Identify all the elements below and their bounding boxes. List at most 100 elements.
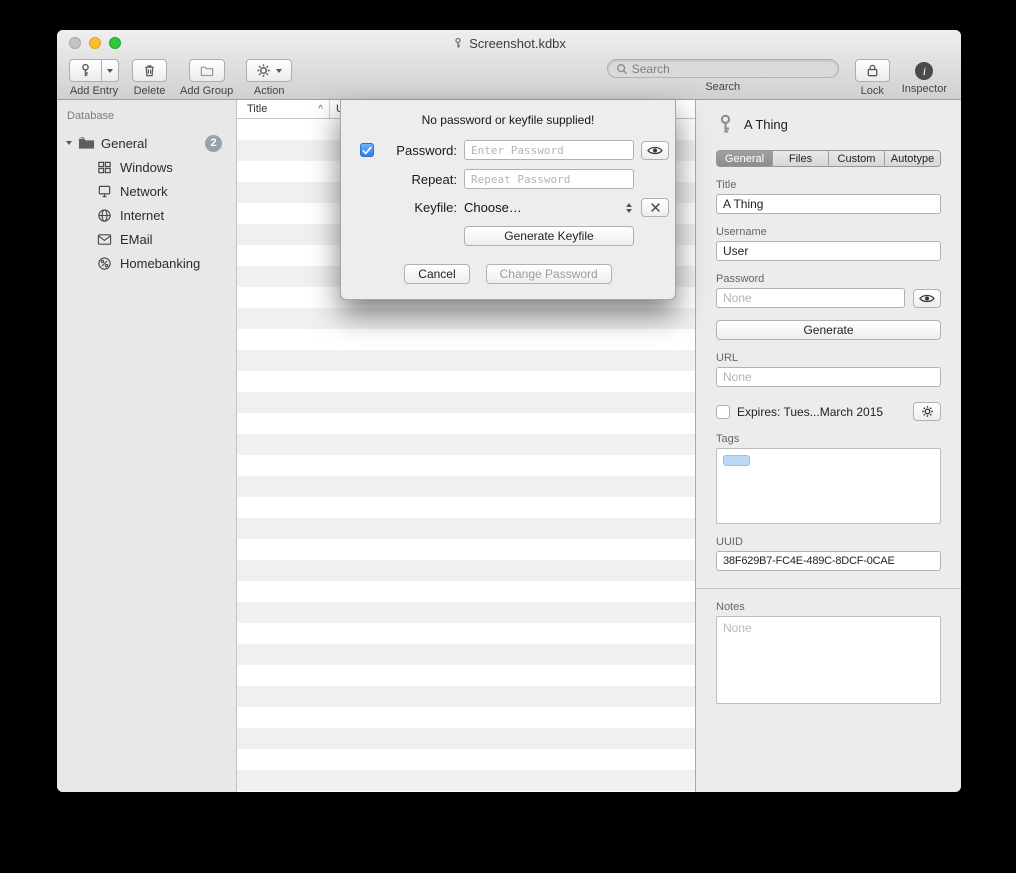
key-icon (78, 63, 93, 78)
toolbar-item-search: Search (607, 59, 839, 93)
sidebar-item-label: Homebanking (120, 256, 200, 271)
chevron-down-icon (276, 69, 282, 73)
inspector-tabs: General Files Custom Autotype (716, 150, 941, 167)
toolbar-right-group: Search Lock (607, 59, 949, 97)
change-password-button[interactable]: Change Password (486, 264, 612, 284)
sidebar-item-internet[interactable]: Internet (57, 203, 236, 227)
coin-icon (97, 256, 112, 271)
tab-files[interactable]: Files (772, 151, 828, 166)
uuid-field[interactable] (716, 551, 941, 571)
trash-icon (142, 63, 157, 78)
expires-checkbox[interactable] (716, 405, 730, 419)
sheet-reveal-password-button[interactable] (641, 141, 669, 160)
generate-password-button[interactable]: Generate (716, 320, 941, 340)
password-field[interactable] (716, 288, 905, 308)
eye-icon (919, 293, 935, 304)
sheet-repeat-input[interactable] (464, 169, 634, 189)
sidebar-item-label: EMail (120, 232, 153, 247)
tags-label: Tags (716, 433, 941, 445)
window-title: Screenshot.kdbx (469, 36, 566, 51)
expires-settings-button[interactable] (913, 402, 941, 421)
tags-box[interactable] (716, 448, 941, 524)
column-title-label: Title (247, 103, 267, 115)
gear-icon (256, 63, 271, 78)
sidebar-item-label: Network (120, 184, 168, 199)
add-group-button[interactable] (189, 59, 225, 82)
inspector-caption: Inspector (902, 83, 947, 95)
sidebar-item-email[interactable]: EMail (57, 227, 236, 251)
check-icon (362, 146, 372, 155)
reveal-password-button[interactable] (913, 289, 941, 308)
password-label: Password (716, 273, 941, 285)
notes-label: Notes (716, 601, 941, 613)
envelope-icon (97, 233, 112, 246)
add-entry-button[interactable] (69, 59, 102, 82)
delete-button[interactable] (132, 59, 167, 82)
key-icon (716, 114, 735, 135)
gear-icon (921, 405, 934, 418)
minimize-button[interactable] (89, 37, 101, 49)
toolbar-item-delete: Delete (132, 59, 167, 97)
clear-keyfile-button[interactable] (641, 198, 669, 217)
zoom-button[interactable] (109, 37, 121, 49)
tab-general[interactable]: General (717, 151, 772, 166)
folder-add-icon (199, 63, 215, 78)
windows-icon (97, 160, 112, 175)
sidebar-group-label: General (101, 136, 205, 151)
tab-label: Custom (838, 153, 876, 165)
generate-keyfile-button[interactable]: Generate Keyfile (464, 226, 634, 246)
tab-label: Files (789, 153, 812, 165)
lock-button[interactable] (855, 59, 890, 82)
sidebar-group-badge: 2 (205, 135, 222, 152)
inspector-divider (696, 588, 961, 589)
folder-icon (78, 136, 95, 150)
toolbar-item-add-entry: Add Entry (69, 59, 119, 97)
tab-custom[interactable]: Custom (828, 151, 884, 166)
sidebar-group-general[interactable]: General 2 (57, 131, 236, 155)
column-header-title[interactable]: Title ^ (237, 100, 330, 118)
keyfile-popup[interactable]: Choose… (464, 200, 634, 215)
sheet-keyfile-label: Keyfile: (381, 200, 457, 215)
change-password-sheet: No password or keyfile supplied! Passwor… (340, 100, 676, 300)
keyfile-popup-value: Choose… (464, 200, 522, 215)
sheet-repeat-label: Repeat: (381, 172, 457, 187)
search-field[interactable] (607, 59, 839, 78)
sidebar-item-homebanking[interactable]: Homebanking (57, 251, 236, 275)
lock-caption: Lock (861, 85, 884, 97)
toolbar-item-add-group: Add Group (180, 59, 233, 97)
title-label: Title (716, 179, 941, 191)
toolbar-item-inspector: i Inspector (902, 59, 947, 95)
search-input[interactable] (632, 62, 830, 76)
disclosure-triangle-icon[interactable] (66, 141, 72, 145)
sheet-password-label: Password: (381, 143, 457, 158)
sidebar-item-network[interactable]: Network (57, 179, 236, 203)
close-button[interactable] (69, 37, 81, 49)
action-button[interactable] (246, 59, 292, 82)
title-field[interactable] (716, 194, 941, 214)
titlebar[interactable]: Screenshot.kdbx (57, 30, 961, 56)
popup-stepper-icon (626, 203, 632, 213)
add-entry-dropdown-button[interactable] (102, 59, 119, 82)
username-field[interactable] (716, 241, 941, 261)
tab-autotype[interactable]: Autotype (884, 151, 940, 166)
uuid-label: UUID (716, 536, 941, 548)
cancel-button[interactable]: Cancel (404, 264, 469, 284)
action-label: Action (254, 85, 285, 97)
sort-ascending-icon: ^ (318, 104, 323, 115)
sidebar-section-header: Database (57, 110, 236, 122)
inspector-panel: A Thing General Files Custom Autotype Ti… (695, 100, 961, 792)
info-icon: i (923, 64, 926, 79)
sidebar-item-label: Internet (120, 208, 164, 223)
tag-chip[interactable] (723, 455, 750, 466)
delete-label: Delete (134, 85, 166, 97)
search-caption: Search (705, 81, 740, 93)
password-checkbox[interactable] (360, 143, 374, 157)
network-icon (97, 184, 112, 199)
url-field[interactable] (716, 367, 941, 387)
sidebar-item-label: Windows (120, 160, 173, 175)
sidebar-item-windows[interactable]: Windows (57, 155, 236, 179)
notes-field[interactable] (716, 616, 941, 704)
inspector-toggle-button[interactable]: i (915, 62, 933, 80)
add-group-label: Add Group (180, 85, 233, 97)
sheet-password-input[interactable] (464, 140, 634, 160)
